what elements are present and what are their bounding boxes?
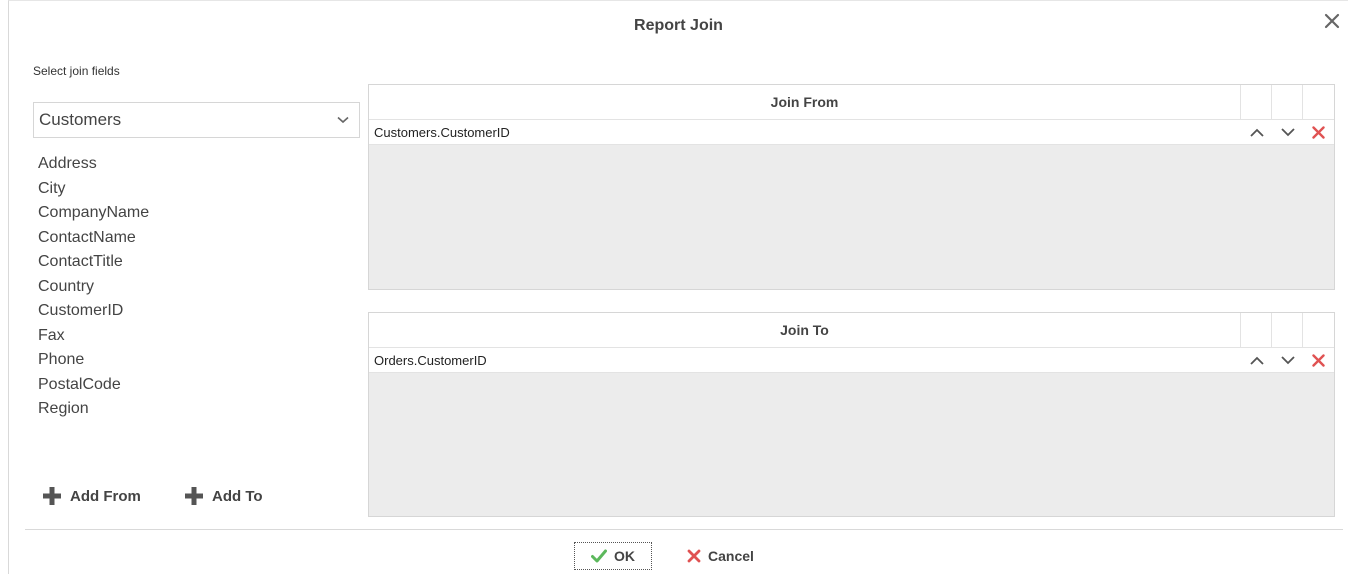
check-icon	[591, 549, 607, 563]
table-select[interactable]: Customers	[33, 102, 360, 138]
delete-button[interactable]	[1303, 348, 1334, 373]
list-item[interactable]: PostalCode	[38, 373, 149, 398]
delete-icon	[1312, 125, 1325, 139]
join-from-header: Join From	[369, 85, 1241, 119]
add-from-label: Add From	[70, 487, 141, 505]
join-from-field: Customers.CustomerID	[374, 124, 510, 140]
join-from-panel: Join From Customers.CustomerID	[368, 84, 1335, 290]
table-row[interactable]: Orders.CustomerID	[369, 348, 1334, 373]
field-list: Address City CompanyName ContactName Con…	[38, 152, 149, 422]
table-row[interactable]: Customers.CustomerID	[369, 120, 1334, 145]
chevron-down-icon	[1280, 127, 1295, 136]
report-join-dialog: Report Join Select join fields Customers…	[8, 0, 1348, 574]
table-select-value: Customers	[39, 110, 122, 129]
list-item[interactable]: Phone	[38, 348, 149, 373]
list-item[interactable]: CustomerID	[38, 299, 149, 324]
add-from-button[interactable]: Add From	[43, 487, 141, 505]
list-item[interactable]: Address	[38, 152, 149, 177]
ok-label: OK	[614, 548, 635, 564]
list-item[interactable]: Fax	[38, 324, 149, 349]
delete-icon	[1312, 353, 1325, 367]
chevron-down-icon	[337, 116, 349, 124]
list-item[interactable]: ContactTitle	[38, 250, 149, 275]
plus-icon	[43, 487, 61, 505]
chevron-up-icon	[1249, 356, 1264, 365]
move-up-button[interactable]	[1241, 120, 1272, 145]
plus-icon	[185, 487, 203, 505]
join-to-panel: Join To Orders.CustomerID	[368, 312, 1335, 517]
dialog-title: Report Join	[634, 17, 723, 34]
join-to-header-row: Join To	[369, 313, 1334, 348]
join-to-field: Orders.CustomerID	[374, 352, 487, 368]
cancel-button[interactable]: Cancel	[687, 542, 754, 570]
add-to-button[interactable]: Add To	[185, 487, 263, 505]
select-join-fields-label: Select join fields	[33, 64, 120, 78]
list-item[interactable]: CompanyName	[38, 201, 149, 226]
chevron-down-icon	[1280, 355, 1295, 364]
cancel-label: Cancel	[708, 548, 754, 564]
join-to-header: Join To	[369, 313, 1241, 347]
list-item[interactable]: Country	[38, 275, 149, 300]
move-down-button[interactable]	[1272, 348, 1303, 373]
add-to-label: Add To	[212, 487, 263, 505]
delete-icon	[687, 549, 701, 563]
close-icon	[1324, 13, 1340, 29]
footer-divider	[25, 529, 1343, 530]
list-item[interactable]: ContactName	[38, 226, 149, 251]
list-item[interactable]: Region	[38, 397, 149, 422]
delete-button[interactable]	[1303, 120, 1334, 145]
list-item[interactable]: City	[38, 177, 149, 202]
close-button[interactable]	[1322, 11, 1342, 31]
move-up-button[interactable]	[1241, 348, 1272, 373]
join-from-header-row: Join From	[369, 85, 1334, 120]
chevron-up-icon	[1249, 128, 1264, 137]
move-down-button[interactable]	[1272, 120, 1303, 145]
ok-button[interactable]: OK	[574, 542, 652, 570]
